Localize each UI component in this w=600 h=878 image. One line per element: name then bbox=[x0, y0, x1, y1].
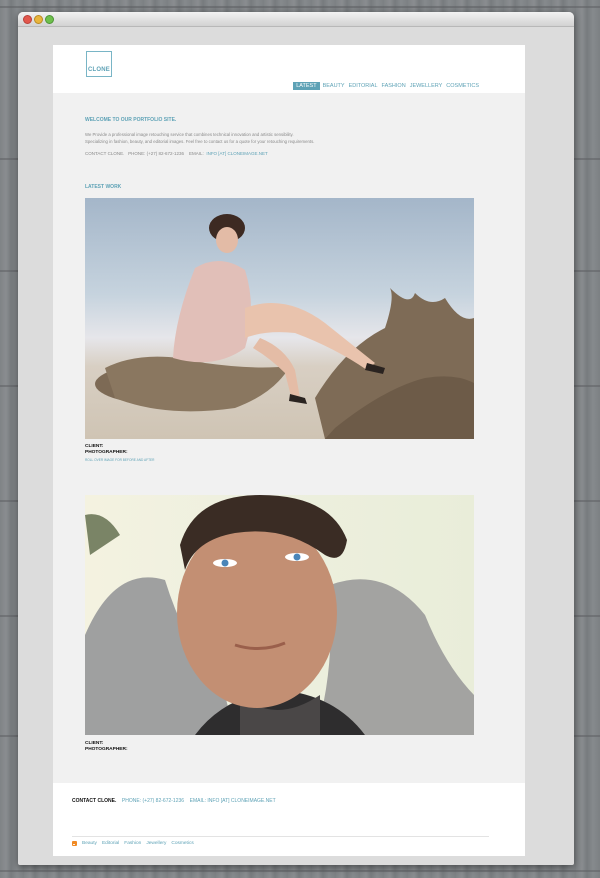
zoom-window-button[interactable] bbox=[45, 15, 54, 24]
photo1-photographer-label: PHOTOGRAPHER: bbox=[85, 450, 128, 455]
man-portrait-photo bbox=[85, 495, 474, 735]
photo2-photographer-label: PHOTOGRAPHER: bbox=[85, 747, 128, 752]
intro-text: We Provide a professional image retouchi… bbox=[85, 132, 425, 145]
portfolio-image-woman[interactable] bbox=[85, 198, 474, 439]
minimize-window-button[interactable] bbox=[34, 15, 43, 24]
nav-item-fashion[interactable]: FASHION bbox=[381, 82, 407, 90]
footer-links: Beauty Editorial Fashion Jewellery Cosme… bbox=[72, 841, 194, 846]
close-window-button[interactable] bbox=[23, 15, 32, 24]
nav-item-beauty[interactable]: BEAUTY bbox=[322, 82, 346, 90]
window-titlebar bbox=[18, 12, 574, 27]
nav-item-latest[interactable]: LATEST bbox=[293, 82, 320, 90]
main-nav: LATEST BEAUTY EDITORIAL FASHION JEWELLER… bbox=[293, 82, 480, 90]
latest-work-heading: LATEST WORK bbox=[85, 184, 122, 190]
footer-contact: CONTACT CLONE. PHONE: (+27) 82-672-1236 … bbox=[72, 798, 276, 804]
photo2-client-label: CLIENT: bbox=[85, 741, 104, 746]
footer-link-jewellery[interactable]: Jewellery bbox=[146, 841, 166, 846]
footer-link-cosmetics[interactable]: Cosmetics bbox=[171, 841, 193, 846]
intro-contact: CONTACT CLONE. PHONE: (+27) 82-672-1236 … bbox=[85, 151, 268, 156]
before-after-link[interactable]: ROLL OVER IMAGE FOR BEFORE AND AFTER bbox=[85, 458, 155, 462]
footer-link-beauty[interactable]: Beauty bbox=[82, 841, 97, 846]
browser-window: CLONE LATEST BEAUTY EDITORIAL FASHION JE… bbox=[18, 12, 574, 865]
site-header: CLONE LATEST BEAUTY EDITORIAL FASHION JE… bbox=[53, 45, 525, 93]
nav-item-editorial[interactable]: EDITORIAL bbox=[348, 82, 379, 90]
beach-driftwood-photo bbox=[95, 214, 474, 439]
welcome-heading: WELCOME TO OUR PORTFOLIO SITE. bbox=[85, 117, 177, 123]
site-footer: CONTACT CLONE. PHONE: (+27) 82-672-1236 … bbox=[53, 783, 525, 856]
footer-link-editorial[interactable]: Editorial bbox=[102, 841, 119, 846]
footer-email-link[interactable]: EMAIL: INFO [AT] CLONEIMAGE.NET bbox=[190, 798, 276, 804]
web-page: CLONE LATEST BEAUTY EDITORIAL FASHION JE… bbox=[53, 45, 525, 856]
contact-phone: PHONE: (+27) 82-672-1236 bbox=[128, 151, 185, 156]
contact-label: CONTACT CLONE. bbox=[85, 151, 125, 156]
footer-phone: PHONE: (+27) 82-672-1236 bbox=[121, 798, 185, 804]
footer-contact-label: CONTACT CLONE. bbox=[72, 798, 117, 804]
nav-item-cosmetics[interactable]: COSMETICS bbox=[445, 82, 480, 90]
rss-icon[interactable] bbox=[72, 841, 77, 846]
portfolio-image-man[interactable] bbox=[85, 495, 474, 735]
intro-line-2: Specializing in fashion, beauty, and edi… bbox=[85, 138, 315, 144]
photo1-client-label: CLIENT: bbox=[85, 444, 104, 449]
site-logo[interactable]: CLONE bbox=[86, 51, 112, 77]
contact-email-label: EMAIL: bbox=[189, 151, 204, 156]
footer-divider bbox=[72, 836, 489, 837]
nav-item-jewellery[interactable]: JEWELLERY bbox=[409, 82, 444, 90]
footer-link-fashion[interactable]: Fashion bbox=[124, 841, 141, 846]
contact-email-link[interactable]: INFO [AT] CLONEIMAGE.NET bbox=[206, 151, 267, 156]
